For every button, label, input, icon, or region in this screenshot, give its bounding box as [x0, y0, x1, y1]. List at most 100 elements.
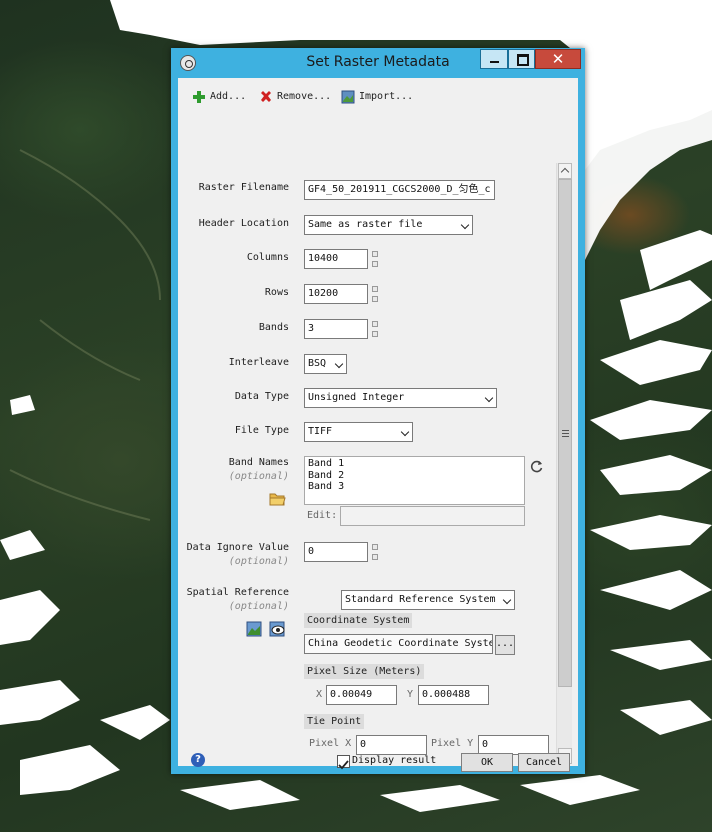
pixel-x-label: Pixel X [309, 738, 352, 749]
columns-spinner[interactable] [372, 249, 379, 269]
rows-field[interactable]: 10200 [304, 284, 368, 304]
bands-field[interactable]: 3 [304, 319, 368, 339]
list-item[interactable]: Band 3 [308, 481, 521, 493]
interleave-value: BSQ [308, 358, 327, 369]
edit-label: Edit: [307, 510, 338, 521]
cancel-button[interactable]: Cancel [518, 753, 570, 772]
import-image-icon [341, 90, 355, 104]
ok-button[interactable]: OK [461, 753, 513, 772]
help-icon[interactable]: ? [191, 753, 205, 767]
columns-label: Columns [246, 252, 289, 263]
title-bar[interactable]: Set Raster Metadata ✕ [171, 48, 585, 78]
checkmark-icon [338, 760, 349, 770]
data-type-dropdown[interactable]: Unsigned Integer [304, 388, 497, 408]
red-x-icon [261, 91, 271, 102]
plus-icon [193, 91, 205, 103]
band-names-list[interactable]: Band 1 Band 2 Band 3 [304, 456, 525, 505]
spatial-reference-optional: (optional) [228, 601, 289, 612]
refresh-icon[interactable] [529, 459, 544, 474]
pixel-y-field[interactable]: 0 [478, 735, 549, 755]
file-type-label-wrap: File Type [178, 425, 289, 441]
raster-filename-field[interactable]: GF4_50_201911_CGCS2000_D_匀色_c [304, 180, 495, 200]
data-ignore-optional: (optional) [228, 556, 289, 567]
list-item[interactable]: Band 2 [308, 470, 521, 482]
spin-up-icon[interactable] [372, 251, 378, 257]
data-type-label: Data Type [234, 391, 289, 402]
data-ignore-value-field[interactable]: 0 [304, 542, 368, 562]
chevron-down-icon [484, 393, 494, 403]
scroll-thumb[interactable] [558, 179, 572, 687]
chevron-down-icon [502, 595, 512, 605]
file-type-dropdown[interactable]: TIFF [304, 422, 413, 442]
chevron-down-icon [334, 359, 344, 369]
display-result-checkbox[interactable] [337, 755, 350, 770]
coordinate-system-header: Coordinate System [304, 613, 413, 628]
reference-system-dropdown[interactable]: Standard Reference System [341, 590, 515, 610]
minimize-button[interactable] [480, 49, 508, 69]
interleave-label-wrap: Interleave [178, 357, 289, 373]
file-type-label: File Type [234, 425, 289, 436]
scroll-up-icon[interactable] [558, 163, 572, 179]
list-item[interactable]: Band 1 [308, 458, 521, 470]
pixel-size-header: Pixel Size (Meters) [304, 664, 425, 679]
import-label: Import... [359, 91, 414, 102]
spin-up-icon[interactable] [372, 321, 378, 327]
band-names-optional-wrap: (optional) [178, 471, 289, 487]
header-location-value: Same as raster file [308, 219, 423, 230]
pixel-size-x-label: X [316, 689, 323, 700]
display-result-label[interactable]: Display result [352, 755, 436, 766]
header-location-label-wrap: Header Location [178, 218, 289, 234]
band-names-optional: (optional) [228, 471, 289, 482]
data-ignore-optional-wrap: (optional) [178, 556, 289, 572]
data-ignore-value-label: Data Ignore Value [186, 542, 289, 553]
set-raster-metadata-dialog: Set Raster Metadata ✕ Add... Remove... I… [171, 48, 585, 774]
remove-label: Remove... [277, 91, 332, 102]
pixel-size-x-field[interactable]: 0.00049 [326, 685, 397, 705]
raster-filename-label: Raster Filename [198, 182, 289, 193]
maximize-button[interactable] [508, 49, 535, 69]
import-button[interactable]: Import... [341, 88, 421, 106]
view-image-icon[interactable] [269, 621, 286, 637]
interleave-dropdown[interactable]: BSQ [304, 354, 347, 374]
dialog-client-area: Add... Remove... Import... Raster Filena… [178, 78, 578, 772]
pixel-size-y-label: Y [407, 689, 414, 700]
band-names-label: Band Names [228, 457, 289, 468]
chevron-down-icon [400, 427, 410, 437]
grip-icon [562, 430, 569, 437]
raster-filename-label-wrap: Raster Filename [178, 182, 289, 198]
spin-down-icon[interactable] [372, 296, 378, 302]
band-name-edit-field[interactable] [340, 506, 525, 526]
add-label: Add... [210, 91, 247, 102]
pixel-x-field[interactable]: 0 [356, 735, 427, 755]
pixel-size-y-field[interactable]: 0.000488 [418, 685, 489, 705]
columns-label-wrap: Columns [178, 252, 289, 268]
spin-down-icon[interactable] [372, 331, 378, 337]
bands-spinner[interactable] [372, 319, 379, 339]
rows-label: Rows [264, 287, 289, 298]
rows-label-wrap: Rows [178, 287, 289, 303]
bands-label-wrap: Bands [178, 322, 289, 338]
add-button[interactable]: Add... [192, 88, 252, 106]
bands-label: Bands [258, 322, 289, 333]
close-button[interactable]: ✕ [535, 49, 581, 69]
rows-spinner[interactable] [372, 284, 379, 304]
remove-button[interactable]: Remove... [259, 88, 334, 106]
browse-coordinate-system-button[interactable]: ... [495, 635, 515, 655]
file-type-value: TIFF [308, 426, 333, 437]
header-location-label: Header Location [198, 218, 289, 229]
close-icon: ✕ [551, 50, 565, 68]
folder-icon[interactable] [269, 492, 286, 506]
columns-field[interactable]: 10400 [304, 249, 368, 269]
spin-down-icon[interactable] [372, 554, 378, 560]
vertical-scrollbar[interactable] [556, 163, 572, 764]
spin-up-icon[interactable] [372, 286, 378, 292]
spin-down-icon[interactable] [372, 261, 378, 267]
data-ignore-spinner[interactable] [372, 542, 379, 562]
interleave-label: Interleave [228, 357, 289, 368]
tie-point-header: Tie Point [304, 714, 365, 729]
header-location-dropdown[interactable]: Same as raster file [304, 215, 473, 235]
image-select-icon[interactable] [246, 621, 262, 637]
coordinate-system-field[interactable]: China Geodetic Coordinate System 2000 [304, 634, 493, 654]
spatial-reference-label: Spatial Reference [186, 587, 289, 598]
spin-up-icon[interactable] [372, 544, 378, 550]
